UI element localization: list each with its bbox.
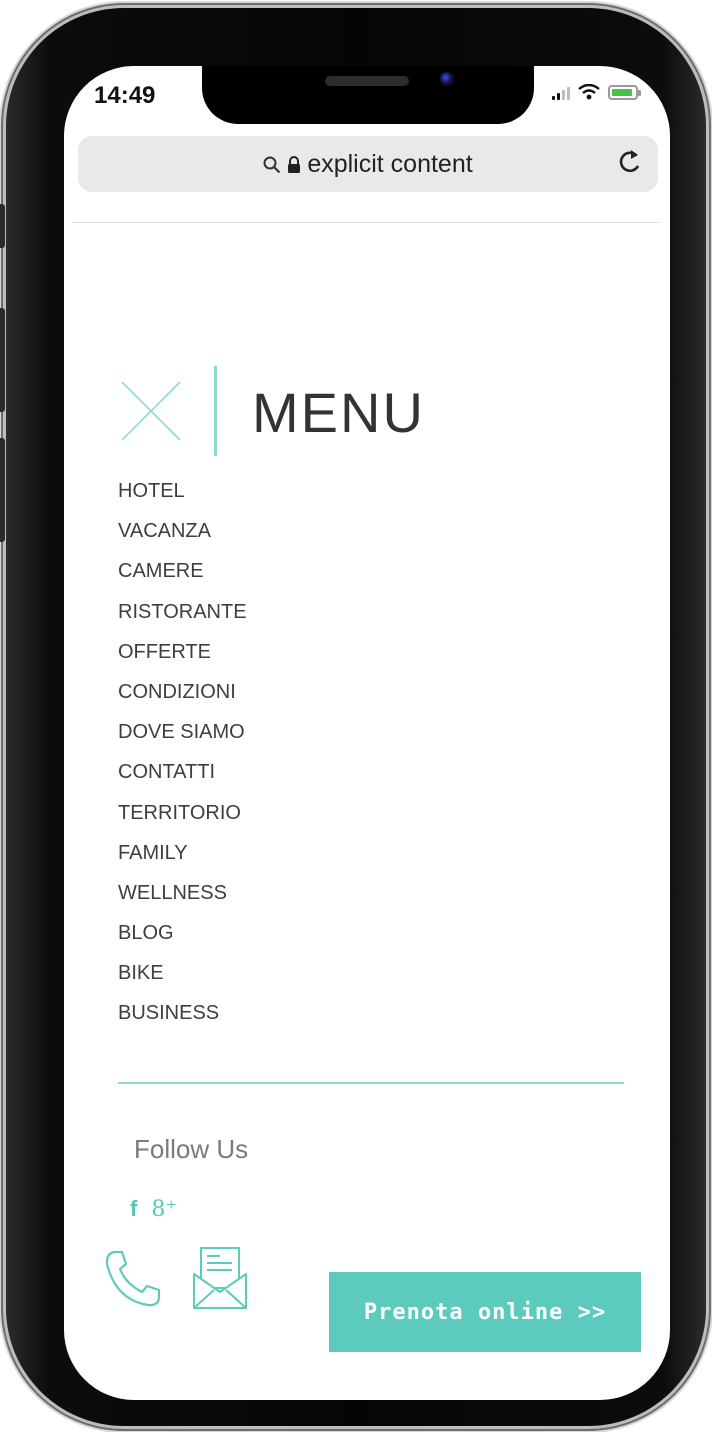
- mail-icon[interactable]: [192, 1246, 248, 1310]
- menu-item-dove-siamo[interactable]: DOVE SIAMO: [118, 719, 247, 759]
- menu-item-condizioni[interactable]: CONDIZIONI: [118, 679, 247, 719]
- menu-item-camere[interactable]: CAMERE: [118, 558, 247, 598]
- lock-icon: [288, 156, 301, 174]
- book-online-button[interactable]: Prenota online >>: [329, 1272, 641, 1352]
- volume-down-button: [0, 438, 5, 542]
- search-icon: [263, 156, 281, 174]
- status-time: 14:49: [94, 82, 156, 109]
- menu-item-business[interactable]: BUSINESS: [118, 1000, 247, 1040]
- menu-item-hotel[interactable]: HOTEL: [118, 478, 247, 518]
- signal-icon: [552, 84, 570, 100]
- menu-header: MENU: [120, 366, 520, 456]
- menu-item-territorio[interactable]: TERRITORIO: [118, 800, 247, 840]
- menu-vertical-divider: [214, 366, 217, 456]
- menu-item-vacanza[interactable]: VACANZA: [118, 518, 247, 558]
- phone-icon[interactable]: [102, 1248, 164, 1310]
- menu-item-family[interactable]: FAMILY: [118, 840, 247, 880]
- wifi-icon: [578, 84, 600, 100]
- url-text: explicit content: [307, 150, 473, 178]
- notch: [202, 66, 534, 124]
- social-links: f 8⁺: [130, 1196, 177, 1222]
- url-display[interactable]: explicit content: [78, 150, 658, 179]
- header-divider: [72, 222, 660, 223]
- close-x-icon[interactable]: [120, 380, 182, 442]
- menu-separator: [118, 1082, 624, 1084]
- mute-switch: [0, 204, 5, 248]
- menu-list: HOTEL VACANZA CAMERE RISTORANTE OFFERTE CONDI…: [118, 478, 247, 1041]
- camera: [440, 72, 454, 86]
- google-plus-icon[interactable]: 8⁺: [151, 1197, 177, 1222]
- reload-icon[interactable]: [616, 146, 644, 178]
- menu-item-bike[interactable]: BIKE: [118, 960, 247, 1000]
- status-icons: [552, 84, 641, 100]
- menu-item-ristorante[interactable]: RISTORANTE: [118, 599, 247, 639]
- facebook-icon[interactable]: f: [130, 1196, 137, 1222]
- menu-item-blog[interactable]: BLOG: [118, 920, 247, 960]
- menu-item-contatti[interactable]: CONTATTI: [118, 759, 247, 799]
- menu-title: MENU: [252, 381, 425, 444]
- follow-us-heading: Follow Us: [134, 1134, 249, 1164]
- menu-item-offerte[interactable]: OFFERTE: [118, 639, 247, 679]
- volume-up-button: [0, 308, 5, 412]
- address-bar[interactable]: explicit content: [78, 136, 658, 192]
- screen: 14:49 explicit content MENU HOTEL VACANZ…: [64, 66, 670, 1400]
- phone-frame: 14:49 explicit content MENU HOTEL VACANZ…: [0, 8, 706, 1426]
- speaker: [325, 76, 409, 86]
- menu-item-wellness[interactable]: WELLNESS: [118, 880, 247, 920]
- battery-icon: [608, 84, 641, 100]
